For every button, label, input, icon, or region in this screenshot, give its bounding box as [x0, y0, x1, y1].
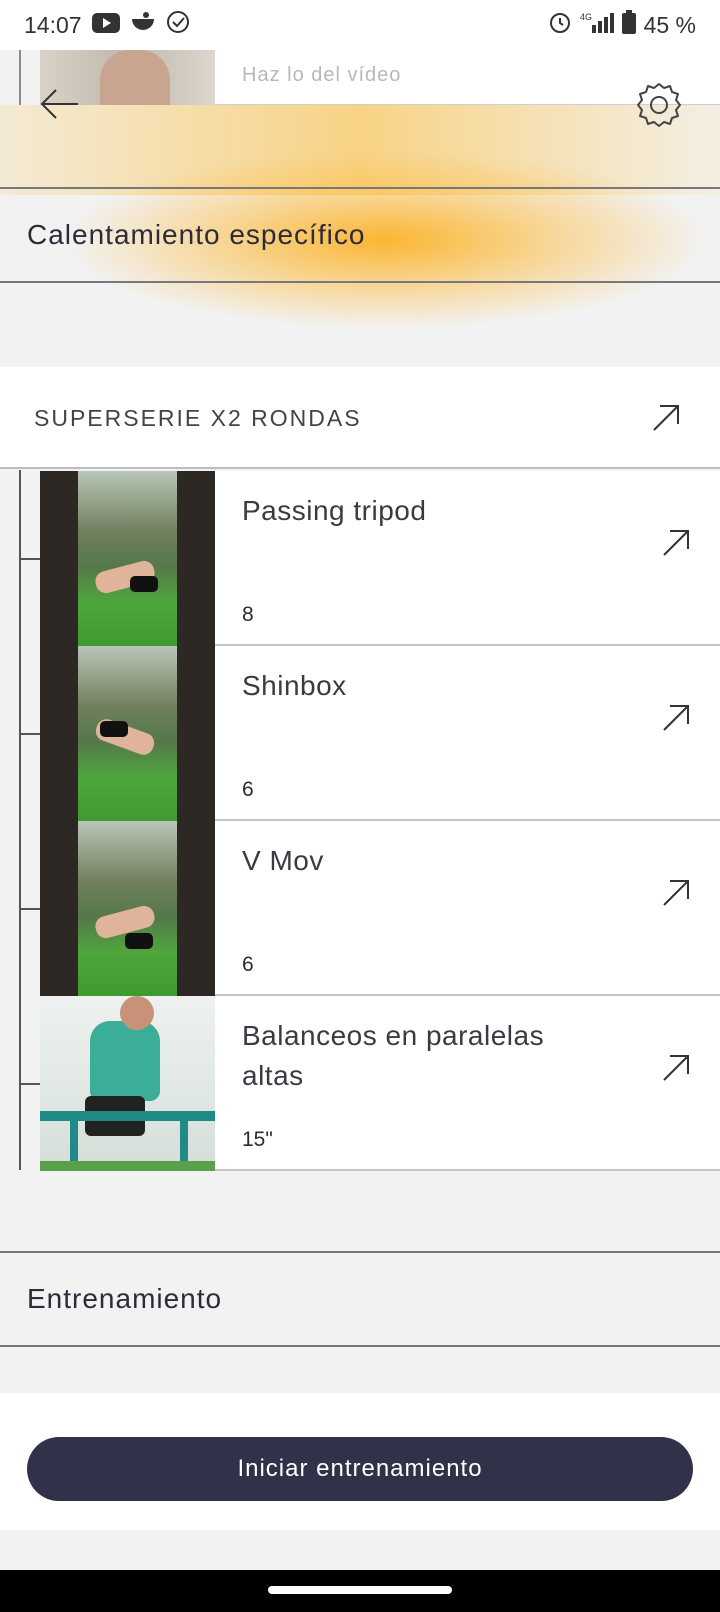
settings-button[interactable] — [634, 80, 684, 130]
battery-icon — [621, 10, 636, 40]
superserie-row[interactable]: SUPERSERIE X2 RONDAS — [0, 367, 720, 469]
signal-icon: 4G — [580, 11, 614, 39]
section-title: Calentamiento específico — [27, 219, 366, 250]
battery-percent: 45 % — [643, 11, 696, 38]
arrow-up-right-icon — [663, 1055, 689, 1081]
exercise-name: Balanceos en paralelas altas — [242, 1020, 545, 1091]
arrow-left-icon — [40, 89, 78, 119]
exercise-name: V Mov — [242, 845, 324, 876]
notification-icon — [130, 11, 156, 39]
system-navigation-bar — [0, 1570, 720, 1612]
exercise-reps: 6 — [242, 953, 254, 976]
exercise-row[interactable]: V Mov 6 — [40, 821, 720, 996]
exercise-thumbnail — [40, 821, 215, 996]
group-connector-line — [19, 470, 21, 1170]
status-time: 14:07 — [24, 11, 82, 38]
section-header-training: Entrenamiento — [0, 1251, 720, 1347]
superserie-label: SUPERSERIE X2 RONDAS — [34, 405, 362, 431]
youtube-icon — [91, 12, 120, 39]
arrow-up-right-icon — [663, 705, 689, 731]
exercise-name: Passing tripod — [242, 495, 427, 526]
exercise-instruction: Haz lo del vídeo — [242, 64, 402, 86]
exercise-thumbnail — [40, 471, 215, 646]
arrow-up-right-icon — [653, 405, 679, 431]
exercise-thumbnail — [40, 996, 215, 1171]
gear-icon — [637, 83, 681, 127]
home-indicator[interactable] — [268, 1586, 452, 1594]
back-button[interactable] — [36, 80, 84, 128]
exercise-reps: 8 — [242, 603, 254, 626]
exercise-name: Shinbox — [242, 670, 347, 701]
network-label: 4G — [580, 12, 592, 22]
alarm-icon — [548, 10, 572, 40]
exercise-reps: 15" — [242, 1128, 273, 1151]
exercise-row[interactable]: Balanceos en paralelas altas 15" — [40, 996, 720, 1171]
exercise-row[interactable]: Passing tripod 8 — [40, 471, 720, 646]
section-header-warmup: Calentamiento específico — [0, 187, 720, 283]
start-training-button[interactable]: Iniciar entrenamiento — [27, 1437, 693, 1501]
exercise-thumbnail — [40, 646, 215, 821]
arrow-up-right-icon — [663, 880, 689, 906]
exercise-reps: 6 — [242, 778, 254, 801]
check-circle-icon — [166, 10, 190, 40]
exercise-row[interactable]: Shinbox 6 — [40, 646, 720, 821]
status-bar: 14:07 4G 45 % — [0, 0, 720, 50]
previous-exercise-row[interactable]: Haz lo del vídeo — [0, 50, 720, 105]
section-title: Entrenamiento — [27, 1283, 223, 1314]
arrow-up-right-icon — [663, 530, 689, 556]
